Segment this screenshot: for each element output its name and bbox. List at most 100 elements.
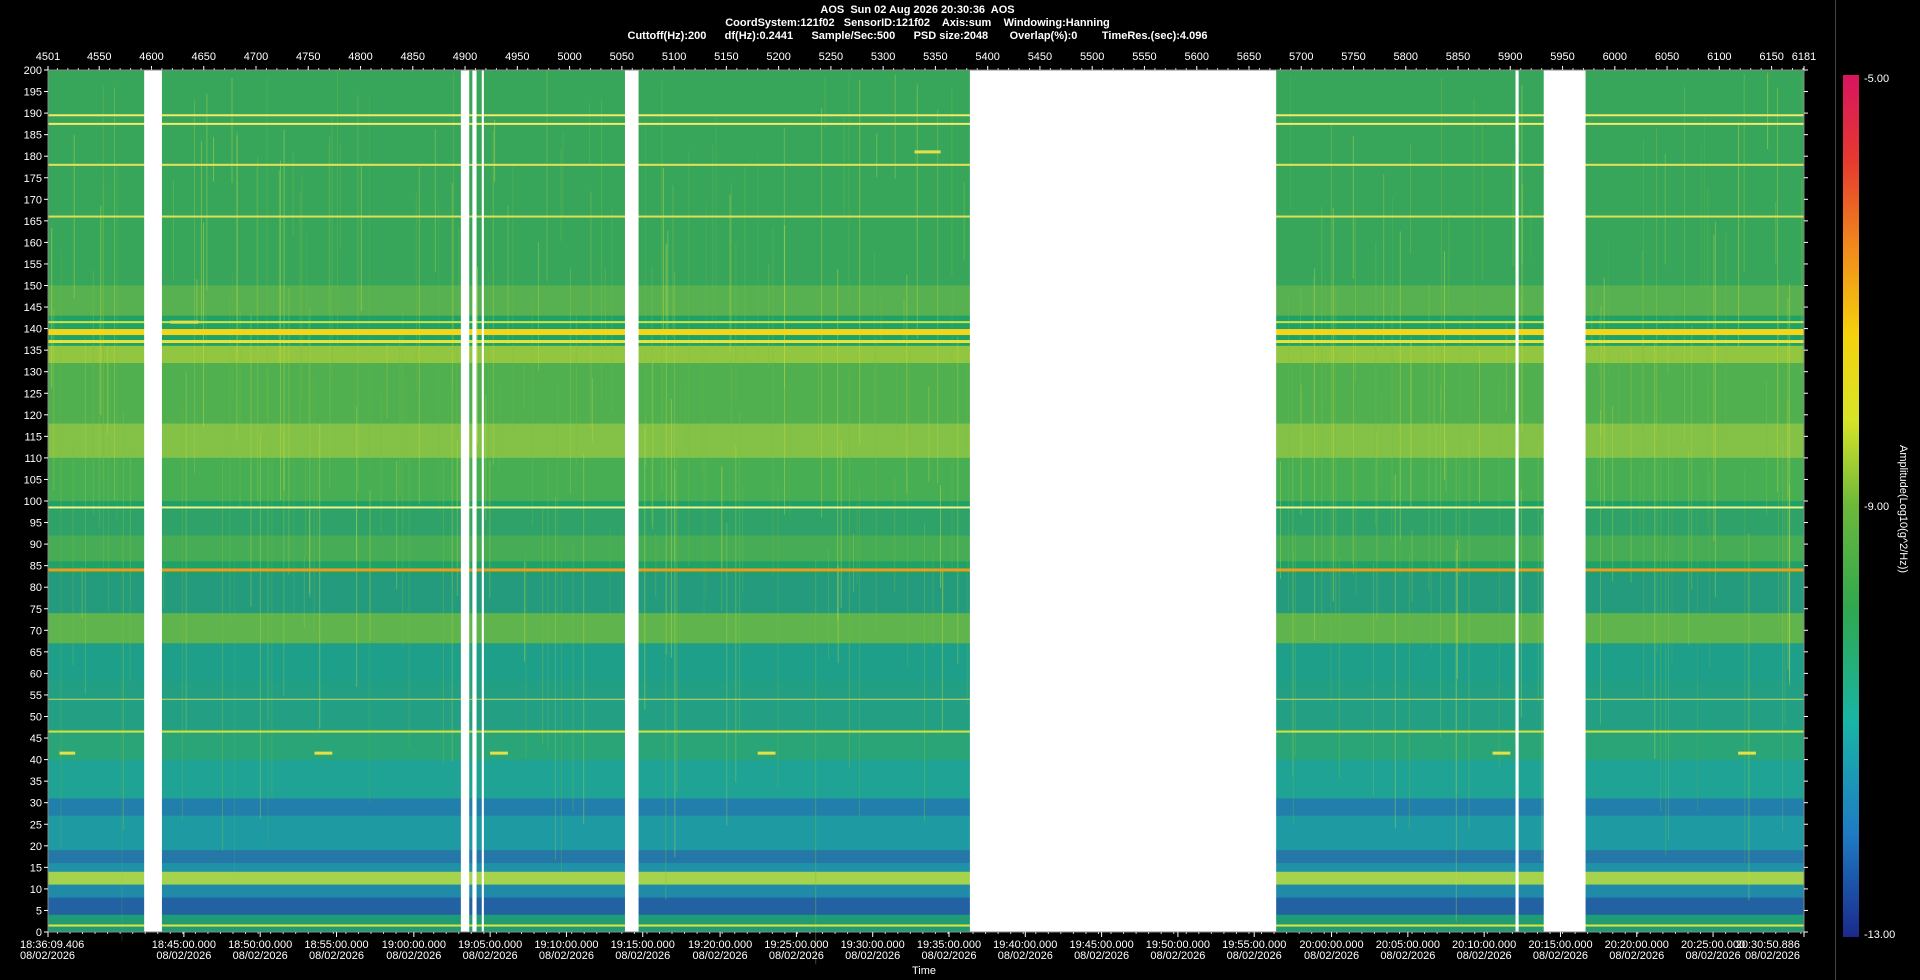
spectral-streak <box>604 267 606 350</box>
y-tick-label: 200 <box>24 65 42 77</box>
top-tick-label: 6181 <box>1792 51 1816 63</box>
spectral-streak <box>667 230 669 331</box>
spectral-streak <box>772 226 774 577</box>
top-tick-label: 5100 <box>662 51 686 63</box>
spectral-streak <box>789 381 791 518</box>
spectral-streak <box>924 523 925 821</box>
top-tick-label: 5550 <box>1132 51 1156 63</box>
spectral-streak <box>1324 275 1326 402</box>
spectral-streak <box>415 193 417 393</box>
y-tick-label: 55 <box>30 690 42 702</box>
spectral-streak <box>1668 425 1669 841</box>
y-tick-label: 70 <box>30 625 42 637</box>
spectral-band <box>48 423 1804 458</box>
y-tick-label: 45 <box>30 733 42 745</box>
spectral-streak <box>1664 153 1666 265</box>
spectral-streak <box>357 95 359 492</box>
y-tick-label: 100 <box>24 496 42 508</box>
spectral-streak <box>494 119 496 182</box>
spectral-streak <box>309 509 311 594</box>
spectral-streak <box>583 453 585 825</box>
y-tick-label: 30 <box>30 798 42 810</box>
spectral-streak <box>434 129 436 272</box>
tonal-line <box>48 698 1804 700</box>
spectral-streak <box>1704 114 1706 289</box>
date-tick-label: 08/02/2026 <box>539 950 594 962</box>
spectral-streak <box>1481 125 1483 280</box>
spectral-streak <box>196 279 198 324</box>
spectral-streak <box>305 445 307 557</box>
spectral-streak <box>916 84 918 339</box>
spectral-streak <box>1684 86 1686 444</box>
tonal-segment <box>490 751 508 755</box>
spectral-streak <box>92 270 94 515</box>
spectral-streak <box>1784 423 1786 726</box>
spectral-streak <box>1738 122 1740 347</box>
tonal-segment <box>314 751 333 755</box>
spectral-streak <box>915 96 917 243</box>
spectral-streak <box>735 244 737 407</box>
spectral-streak <box>239 309 241 507</box>
spectral-streak <box>569 268 571 494</box>
spectral-streak <box>1748 533 1750 901</box>
spectral-band <box>48 863 1804 872</box>
spectral-streak <box>620 528 622 621</box>
spectral-streak <box>525 550 527 759</box>
tonal-segment <box>1738 751 1756 755</box>
spectral-streak <box>1665 549 1667 856</box>
spectral-band <box>48 914 1804 932</box>
spectral-streak <box>1392 198 1394 512</box>
spectral-streak <box>590 191 592 430</box>
spectral-streak <box>451 384 453 761</box>
spectral-streak <box>1597 430 1599 491</box>
y-tick-label: 35 <box>30 776 42 788</box>
spectral-streak <box>1473 98 1475 414</box>
spectral-streak <box>1291 364 1293 431</box>
spectral-band <box>48 574 1804 614</box>
spectral-streak <box>250 314 252 607</box>
spectral-streak <box>1375 242 1377 526</box>
top-tick-label: 4700 <box>244 51 268 63</box>
spectral-streak <box>940 485 941 589</box>
spectral-streak <box>609 527 611 642</box>
spectral-band <box>48 345 1804 364</box>
tonal-line <box>48 122 1804 125</box>
spectral-streak <box>267 368 269 720</box>
date-tick-label: 08/02/2026 <box>1533 950 1588 962</box>
spectral-streak <box>651 266 653 524</box>
spectral-streak <box>458 227 460 317</box>
spectral-streak <box>655 533 657 598</box>
top-tick-label: 5450 <box>1028 51 1052 63</box>
colorbar-tick-min: -13.00 <box>1864 929 1895 941</box>
spectral-streak <box>554 497 556 860</box>
spectral-streak <box>1300 288 1302 428</box>
spectral-streak <box>712 144 714 322</box>
spectral-streak <box>1691 326 1693 590</box>
spectral-streak <box>572 544 574 811</box>
spectral-streak <box>1411 529 1413 602</box>
spectral-streak <box>859 79 861 445</box>
spectral-streak <box>103 181 105 568</box>
spectral-streak <box>1541 514 1543 861</box>
spectral-streak <box>909 350 911 435</box>
spectral-streak <box>880 295 882 343</box>
spectral-streak <box>1292 456 1294 776</box>
spectral-streak <box>1353 333 1354 574</box>
spectral-streak <box>451 183 453 385</box>
spectral-streak <box>853 533 854 593</box>
spectral-band <box>48 871 1804 885</box>
top-tick-label: 5050 <box>610 51 634 63</box>
y-tick-label: 180 <box>24 151 42 163</box>
spectral-streak <box>256 165 258 325</box>
y-tick-label: 80 <box>30 582 42 594</box>
spectral-streak <box>1410 340 1412 509</box>
spectral-streak <box>821 107 823 518</box>
top-tick-label: 6150 <box>1759 51 1783 63</box>
spectral-streak <box>645 122 646 424</box>
tonal-line <box>48 730 1804 733</box>
spectral-streak <box>299 191 301 427</box>
spectral-streak <box>1410 144 1411 254</box>
spectral-streak <box>380 394 382 533</box>
y-tick-label: 140 <box>24 324 42 336</box>
tonal-segment <box>59 751 76 755</box>
